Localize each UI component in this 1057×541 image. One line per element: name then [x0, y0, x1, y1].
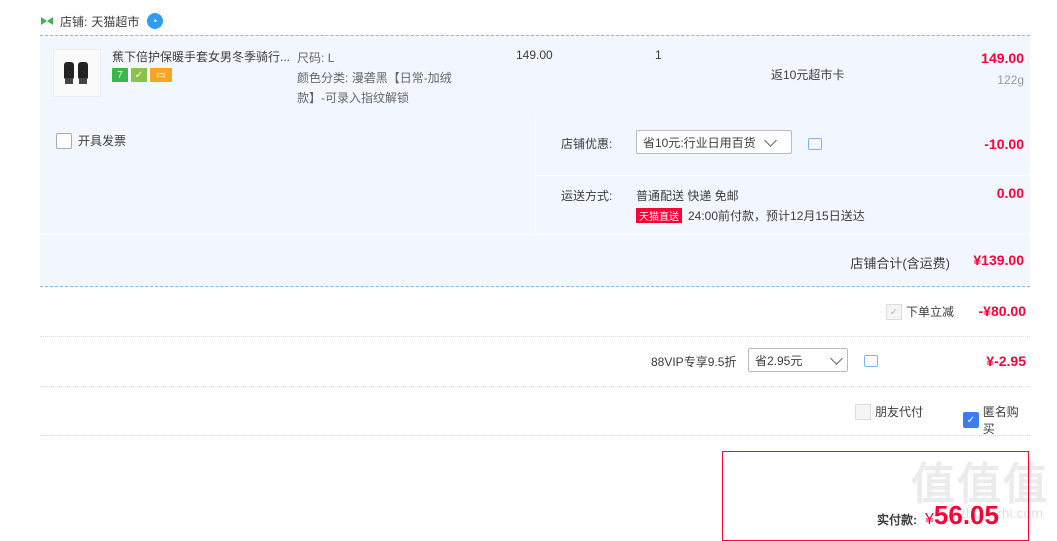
- shop-label: 店铺:: [60, 14, 88, 29]
- shop-total-amount: ¥139.00: [973, 252, 1024, 268]
- vip-label: 88VIP专享9.5折: [651, 355, 737, 369]
- message-icon[interactable]: [864, 355, 878, 367]
- invoice-checkbox[interactable]: [56, 132, 72, 149]
- invoice-label: 开具发票: [78, 134, 127, 148]
- discount-amount: -10.00: [984, 136, 1024, 152]
- discount-select-value: 省10元:行业日用百货: [643, 135, 756, 150]
- instant-discount-row: ✓ 下单立减 -¥80.00: [40, 287, 1030, 337]
- vip-discount-row: 88VIP专享9.5折 省2.95元 ¥-2.95: [40, 337, 1030, 387]
- shipping-amount: 0.00: [996, 185, 1024, 201]
- watermark-url: zhizhizhi.com: [958, 505, 1043, 521]
- color-label: 颜色分类:: [297, 71, 349, 85]
- vip-select-value: 省2.95元: [755, 353, 803, 368]
- product-title[interactable]: 蕉下倍护保暖手套女男冬季骑行...: [112, 48, 292, 65]
- watermark-logo: 值值值: [911, 460, 1049, 509]
- item-weight: 122g: [997, 73, 1024, 87]
- order-options: 开具发票 店铺优惠: 省10元:行业日用百货 -10.00 运送方式: 普通配送…: [40, 116, 1030, 287]
- credit-card-icon: ▭: [150, 68, 172, 82]
- shipping-label: 运送方式:: [561, 189, 613, 203]
- size-label: 尺码:: [297, 51, 325, 65]
- chevron-down-icon: [830, 351, 843, 365]
- payment-label: 实付款:: [877, 513, 917, 527]
- tmall-direct-badge: 天猫直送: [636, 208, 682, 223]
- product-thumbnail[interactable]: [53, 49, 101, 97]
- shop-name[interactable]: 天猫超市: [91, 13, 139, 30]
- delivery-info: 天猫直送 24:00前付款，预计12月15日送达: [636, 207, 865, 224]
- delivery-note: 24:00前付款，预计12月15日送达: [688, 209, 865, 223]
- divider: [536, 175, 1030, 176]
- shop-total-label: 店铺合计(含运费): [850, 256, 950, 271]
- instant-discount-label: 下单立减: [905, 305, 954, 319]
- friend-pay-checkbox[interactable]: [855, 403, 871, 420]
- service-badges: 7 ✓ ▭: [112, 68, 172, 82]
- vip-amount: ¥-2.95: [986, 353, 1026, 369]
- friend-pay-option[interactable]: 朋友代付: [855, 403, 923, 420]
- anonymous-checkbox[interactable]: ✓: [963, 412, 979, 428]
- size-value: L: [327, 51, 335, 65]
- instant-discount-checkbox: ✓: [886, 304, 902, 320]
- discount-select[interactable]: 省10元:行业日用百货: [636, 130, 792, 154]
- shipping-method: 普通配送 快递 免邮: [636, 189, 739, 203]
- vip-select[interactable]: 省2.95元: [748, 348, 848, 372]
- unit-price: 149.00: [516, 48, 553, 62]
- extras-row: 朋友代付 ✓ 匿名购买: [40, 387, 1030, 436]
- discount-label: 店铺优惠:: [561, 137, 613, 151]
- chevron-down-icon: [763, 133, 777, 147]
- sku-info: 尺码: L 颜色分类: 漫砻黑【日常-加绒款】-可录入指纹解锁: [297, 48, 477, 108]
- rebate-text: 返10元超市卡: [771, 68, 845, 82]
- invoice-toggle[interactable]: 开具发票: [56, 132, 126, 149]
- wangwang-chat-icon[interactable]: •: [147, 13, 164, 29]
- item-total: 149.00: [981, 50, 1024, 66]
- quality-guarantee-icon: ✓: [131, 68, 147, 82]
- invoice-panel: 开具发票: [40, 116, 536, 234]
- shop-header: 店铺: 天猫超市 •: [40, 8, 164, 34]
- gloves-icon: [64, 62, 88, 84]
- shop-total-row: 店铺合计(含运费) ¥139.00: [40, 234, 1030, 287]
- anonymous-option[interactable]: ✓ 匿名购买: [963, 403, 1030, 437]
- instant-discount-amount: -¥80.00: [978, 303, 1026, 319]
- item-row: 蕉下倍护保暖手套女男冬季骑行... 7 ✓ ▭ 尺码: L 颜色分类: 漫砻黑【…: [40, 35, 1030, 116]
- quantity: 1: [655, 48, 662, 62]
- seven-day-return-icon: 7: [112, 68, 128, 82]
- friend-pay-label: 朋友代付: [875, 405, 924, 419]
- payment-currency: ¥: [925, 511, 934, 528]
- shop-icon: [41, 17, 53, 25]
- anonymous-label: 匿名购买: [982, 405, 1019, 436]
- message-icon[interactable]: [808, 138, 822, 150]
